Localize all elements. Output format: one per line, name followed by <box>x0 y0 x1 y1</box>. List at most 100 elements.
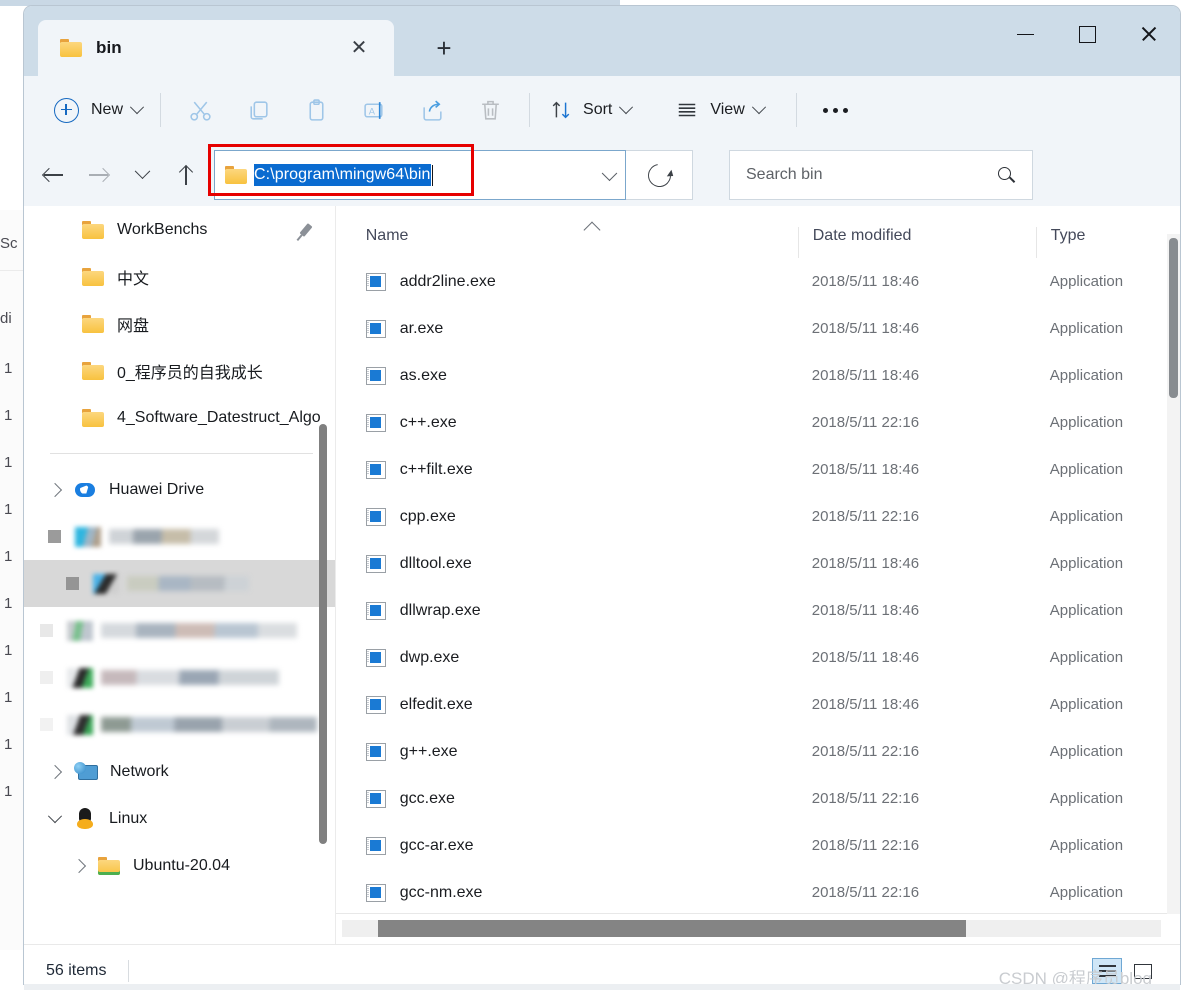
table-row[interactable]: gcc-nm.exe 2018/5/11 22:16 Application <box>336 869 1180 916</box>
redacted-label <box>101 623 297 638</box>
maximize-button[interactable] <box>1056 6 1118 62</box>
forward-button[interactable] <box>76 155 120 195</box>
table-row[interactable]: gcc-ar.exe 2018/5/11 22:16 Application <box>336 822 1180 869</box>
arrow-right-icon <box>88 168 108 182</box>
close-tab-icon[interactable]: ✕ <box>346 35 372 61</box>
redacted-marker <box>40 718 53 731</box>
column-header-name[interactable]: Name <box>336 221 798 258</box>
application-exe-icon <box>365 272 386 291</box>
refresh-icon <box>642 158 676 192</box>
sidebar-item-ubuntu[interactable]: Ubuntu-20.04 <box>24 842 335 889</box>
table-row[interactable]: elfedit.exe 2018/5/11 18:46 Application <box>336 681 1180 728</box>
file-name-label: addr2line.exe <box>399 272 496 290</box>
file-name-label: gcc-nm.exe <box>399 883 483 901</box>
rename-icon: A <box>363 101 383 119</box>
sidebar-item-programmer-growth[interactable]: 0_程序员的自我成长 <box>24 347 335 394</box>
expand-chevron-icon[interactable] <box>42 477 68 503</box>
file-name-cell: c++.exe <box>336 413 798 432</box>
table-row[interactable]: gcc.exe 2018/5/11 22:16 Application <box>336 775 1180 822</box>
table-row[interactable]: dlltool.exe 2018/5/11 18:46 Application <box>336 540 1180 587</box>
sidebar-item-workbenchs[interactable]: WorkBenchs <box>24 206 335 253</box>
horizontal-scrollbar-track[interactable] <box>341 920 1161 937</box>
expand-chevron-icon[interactable] <box>66 853 92 879</box>
cut-button[interactable] <box>171 88 229 132</box>
sort-button[interactable]: Sort <box>540 89 641 131</box>
file-date-cell: 2018/5/11 22:16 <box>811 414 920 431</box>
up-button[interactable] <box>164 155 208 195</box>
table-row[interactable]: as.exe 2018/5/11 18:46 Application <box>336 352 1180 399</box>
file-name-cell: c++filt.exe <box>336 460 798 479</box>
column-header-type[interactable]: Type <box>1035 227 1166 258</box>
sidebar-item-huawei-drive[interactable]: Huawei Drive <box>24 466 335 513</box>
rename-button[interactable]: A <box>345 88 403 132</box>
file-type-cell: Application <box>1049 320 1124 337</box>
sidebar-item-redacted[interactable] <box>24 607 335 654</box>
file-date-cell: 2018/5/11 18:46 <box>811 649 920 666</box>
share-button[interactable] <box>403 88 461 132</box>
recent-locations-button[interactable] <box>120 155 164 195</box>
file-name-cell: gcc-ar.exe <box>336 836 798 855</box>
sidebar-item-redacted[interactable] <box>24 701 335 748</box>
back-button[interactable] <box>32 155 76 195</box>
table-row[interactable]: ar.exe 2018/5/11 18:46 Application <box>336 305 1180 352</box>
file-name-label: dllwrap.exe <box>399 601 481 619</box>
tab-bin[interactable]: bin ✕ <box>38 20 394 76</box>
table-row[interactable]: addr2line.exe 2018/5/11 18:46 Application <box>336 258 1180 305</box>
file-type-cell: Application <box>1049 743 1124 760</box>
collapse-chevron-icon[interactable] <box>42 806 68 832</box>
background-text-fragment: 1 <box>4 407 13 424</box>
minimize-button[interactable] <box>994 6 1056 62</box>
file-date-cell: 2018/5/11 22:16 <box>811 743 920 760</box>
table-row[interactable]: dllwrap.exe 2018/5/11 18:46 Application <box>336 587 1180 634</box>
address-input[interactable]: C:\program\mingw64\bin <box>208 144 626 200</box>
table-row[interactable]: c++filt.exe 2018/5/11 18:46 Application <box>336 446 1180 493</box>
sidebar-item-netdisk[interactable]: 网盘 <box>24 300 335 347</box>
redacted-label <box>109 529 219 544</box>
file-name-cell: g++.exe <box>336 742 798 761</box>
navigation-pane: WorkBenchs 中文 网盘 0_程序员的自我成长 4_Software_D… <box>24 206 335 944</box>
application-exe-icon <box>365 413 386 432</box>
sidebar-item-redacted[interactable] <box>24 513 335 560</box>
delete-button[interactable] <box>461 88 519 132</box>
sidebar-item-network[interactable]: Network <box>24 748 335 795</box>
background-text-fragment: 1 <box>4 501 13 518</box>
see-more-button[interactable] <box>807 89 865 131</box>
sidebar-scrollbar-thumb[interactable] <box>318 424 327 844</box>
application-exe-icon <box>365 366 386 385</box>
new-button[interactable]: New <box>46 90 150 130</box>
pin-icon[interactable] <box>299 222 313 237</box>
chevron-down-icon[interactable] <box>601 165 618 182</box>
vertical-scrollbar-thumb[interactable] <box>1169 238 1178 398</box>
table-row[interactable]: g++.exe 2018/5/11 22:16 Application <box>336 728 1180 775</box>
file-date-cell: 2018/5/11 18:46 <box>811 461 920 478</box>
sidebar-item-redacted[interactable] <box>24 654 335 701</box>
column-header-date-modified[interactable]: Date modified <box>797 227 1036 258</box>
sidebar-item-chinese[interactable]: 中文 <box>24 253 335 300</box>
new-tab-icon[interactable]: + <box>428 32 460 64</box>
search-box[interactable]: Search bin <box>729 150 1033 200</box>
refresh-button[interactable] <box>626 150 693 200</box>
table-row[interactable]: c++.exe 2018/5/11 22:16 Application <box>336 399 1180 446</box>
sidebar-item-redacted-selected[interactable] <box>24 560 335 607</box>
close-icon <box>1140 25 1158 43</box>
copy-button[interactable] <box>229 88 287 132</box>
background-text-fragment: 1 <box>4 360 13 377</box>
network-icon <box>74 762 98 781</box>
view-button[interactable]: View <box>665 89 773 131</box>
folder-icon <box>98 856 120 875</box>
expand-chevron-icon[interactable] <box>42 759 68 785</box>
folder-icon <box>60 39 82 57</box>
sidebar-item-linux[interactable]: Linux <box>24 795 335 842</box>
table-row[interactable]: cpp.exe 2018/5/11 22:16 Application <box>336 493 1180 540</box>
close-window-button[interactable] <box>1118 6 1180 62</box>
trash-icon <box>481 100 499 120</box>
file-name-cell: addr2line.exe <box>336 272 798 291</box>
file-rows: addr2line.exe 2018/5/11 18:46 Application a… <box>336 258 1180 916</box>
paste-button[interactable] <box>287 88 345 132</box>
sidebar-item-software-datestruct[interactable]: 4_Software_Datestruct_Algo <box>24 394 335 441</box>
horizontal-scrollbar-thumb[interactable] <box>377 920 966 937</box>
file-type-cell: Application <box>1049 508 1124 525</box>
table-row[interactable]: dwp.exe 2018/5/11 18:46 Application <box>336 634 1180 681</box>
address-bar-row: C:\program\mingw64\bin Search bin <box>24 144 1180 206</box>
plus-circle-icon <box>54 97 79 123</box>
